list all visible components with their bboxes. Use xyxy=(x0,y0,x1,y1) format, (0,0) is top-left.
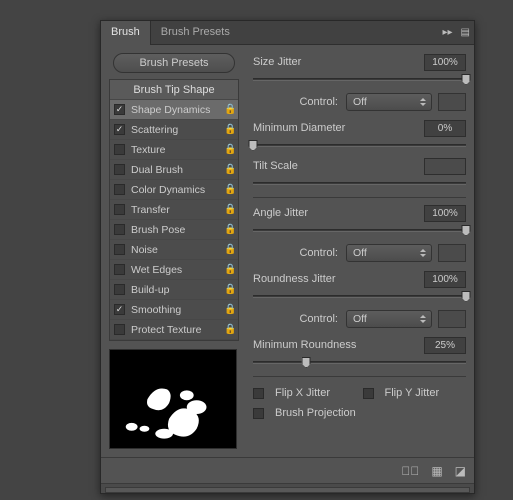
checkbox[interactable] xyxy=(114,244,125,255)
settings-list: Brush Tip Shape Shape Dynamics🔒 Scatteri… xyxy=(109,79,239,341)
brush-panel: Brush Brush Presets ▸▸ ▤ Brush Presets B… xyxy=(100,20,475,494)
lock-icon[interactable]: 🔒 xyxy=(224,124,234,135)
control-label: Control: xyxy=(299,96,338,108)
checkbox[interactable] xyxy=(114,144,125,155)
size-control-aux[interactable] xyxy=(438,93,466,111)
roundness-control-dropdown[interactable]: Off xyxy=(346,310,432,328)
brush-tip-shape-header[interactable]: Brush Tip Shape xyxy=(110,80,238,100)
setting-noise[interactable]: Noise🔒 xyxy=(110,240,238,260)
tilt-scale-label: Tilt Scale xyxy=(253,160,424,172)
left-column: Brush Presets Brush Tip Shape Shape Dyna… xyxy=(109,53,239,449)
angle-jitter-slider[interactable] xyxy=(253,224,466,238)
angle-control-dropdown[interactable]: Off xyxy=(346,244,432,262)
angle-jitter-value[interactable]: 100% xyxy=(424,205,466,222)
size-control-dropdown[interactable]: Off xyxy=(346,93,432,111)
setting-dual-brush[interactable]: Dual Brush🔒 xyxy=(110,160,238,180)
lock-icon[interactable]: 🔒 xyxy=(224,244,234,255)
snapshot-icon[interactable]: ◪ xyxy=(455,464,466,478)
checkbox[interactable] xyxy=(114,184,125,195)
lock-icon[interactable]: 🔒 xyxy=(224,204,234,215)
size-jitter-label: Size Jitter xyxy=(253,56,424,68)
tab-brush-presets[interactable]: Brush Presets xyxy=(151,21,240,45)
lock-icon[interactable]: 🔒 xyxy=(224,224,234,235)
brush-presets-button[interactable]: Brush Presets xyxy=(113,53,235,73)
brush-projection-label: Brush Projection xyxy=(275,407,356,419)
panel-footer: ✎⃞ ▦ ◪ xyxy=(101,457,474,483)
scrollbar[interactable] xyxy=(101,483,474,493)
roundness-jitter-slider[interactable] xyxy=(253,290,466,304)
roundness-jitter-value[interactable]: 100% xyxy=(424,271,466,288)
checkbox[interactable] xyxy=(114,224,125,235)
checkbox[interactable] xyxy=(114,304,125,315)
setting-transfer[interactable]: Transfer🔒 xyxy=(110,200,238,220)
panel-menu-icon[interactable]: ▤ xyxy=(457,27,474,38)
tilt-scale-slider xyxy=(253,177,466,191)
flip-y-label: Flip Y Jitter xyxy=(385,387,440,399)
setting-shape-dynamics[interactable]: Shape Dynamics🔒 xyxy=(110,100,238,120)
setting-texture[interactable]: Texture🔒 xyxy=(110,140,238,160)
roundness-control-aux[interactable] xyxy=(438,310,466,328)
tab-brush[interactable]: Brush xyxy=(101,21,151,45)
setting-smoothing[interactable]: Smoothing🔒 xyxy=(110,300,238,320)
min-diameter-label: Minimum Diameter xyxy=(253,122,424,134)
roundness-jitter-label: Roundness Jitter xyxy=(253,273,424,285)
checkbox[interactable] xyxy=(114,324,125,335)
setting-build-up[interactable]: Build-up🔒 xyxy=(110,280,238,300)
checkbox[interactable] xyxy=(114,204,125,215)
setting-color-dynamics[interactable]: Color Dynamics🔒 xyxy=(110,180,238,200)
min-roundness-slider[interactable] xyxy=(253,356,466,370)
tab-bar: Brush Brush Presets ▸▸ ▤ xyxy=(101,21,474,45)
min-roundness-label: Minimum Roundness xyxy=(253,339,424,351)
tilt-scale-value xyxy=(424,158,466,175)
control-label: Control: xyxy=(299,247,338,259)
setting-wet-edges[interactable]: Wet Edges🔒 xyxy=(110,260,238,280)
min-roundness-value[interactable]: 25% xyxy=(424,337,466,354)
size-jitter-value[interactable]: 100% xyxy=(424,54,466,71)
flip-x-checkbox[interactable] xyxy=(253,388,264,399)
lock-icon[interactable]: 🔒 xyxy=(224,144,234,155)
lock-icon[interactable]: 🔒 xyxy=(224,304,234,315)
lock-icon[interactable]: 🔒 xyxy=(224,164,234,175)
checkbox[interactable] xyxy=(114,264,125,275)
flip-x-label: Flip X Jitter xyxy=(275,387,330,399)
checkbox[interactable] xyxy=(114,104,125,115)
lock-icon[interactable]: 🔒 xyxy=(224,264,234,275)
control-label: Control: xyxy=(299,313,338,325)
checkbox[interactable] xyxy=(114,284,125,295)
new-brush-icon[interactable]: ▦ xyxy=(431,464,442,478)
setting-protect-texture[interactable]: Protect Texture🔒 xyxy=(110,320,238,340)
min-diameter-slider[interactable] xyxy=(253,139,466,153)
flip-y-checkbox[interactable] xyxy=(363,388,374,399)
lock-icon[interactable]: 🔒 xyxy=(224,324,234,335)
brush-projection-checkbox[interactable] xyxy=(253,408,264,419)
expand-icon[interactable]: ▸▸ xyxy=(439,27,457,38)
setting-brush-pose[interactable]: Brush Pose🔒 xyxy=(110,220,238,240)
setting-scattering[interactable]: Scattering🔒 xyxy=(110,120,238,140)
brush-preview xyxy=(109,349,237,449)
toggle-preview-icon[interactable]: ✎⃞ xyxy=(401,464,419,478)
min-diameter-value[interactable]: 0% xyxy=(424,120,466,137)
lock-icon[interactable]: 🔒 xyxy=(224,104,234,115)
size-jitter-slider[interactable] xyxy=(253,73,466,87)
checkbox[interactable] xyxy=(114,124,125,135)
lock-icon[interactable]: 🔒 xyxy=(224,184,234,195)
angle-control-aux[interactable] xyxy=(438,244,466,262)
right-column: Size Jitter100% Control: Off Minimum Dia… xyxy=(239,53,466,449)
angle-jitter-label: Angle Jitter xyxy=(253,207,424,219)
checkbox[interactable] xyxy=(114,164,125,175)
lock-icon[interactable]: 🔒 xyxy=(224,284,234,295)
